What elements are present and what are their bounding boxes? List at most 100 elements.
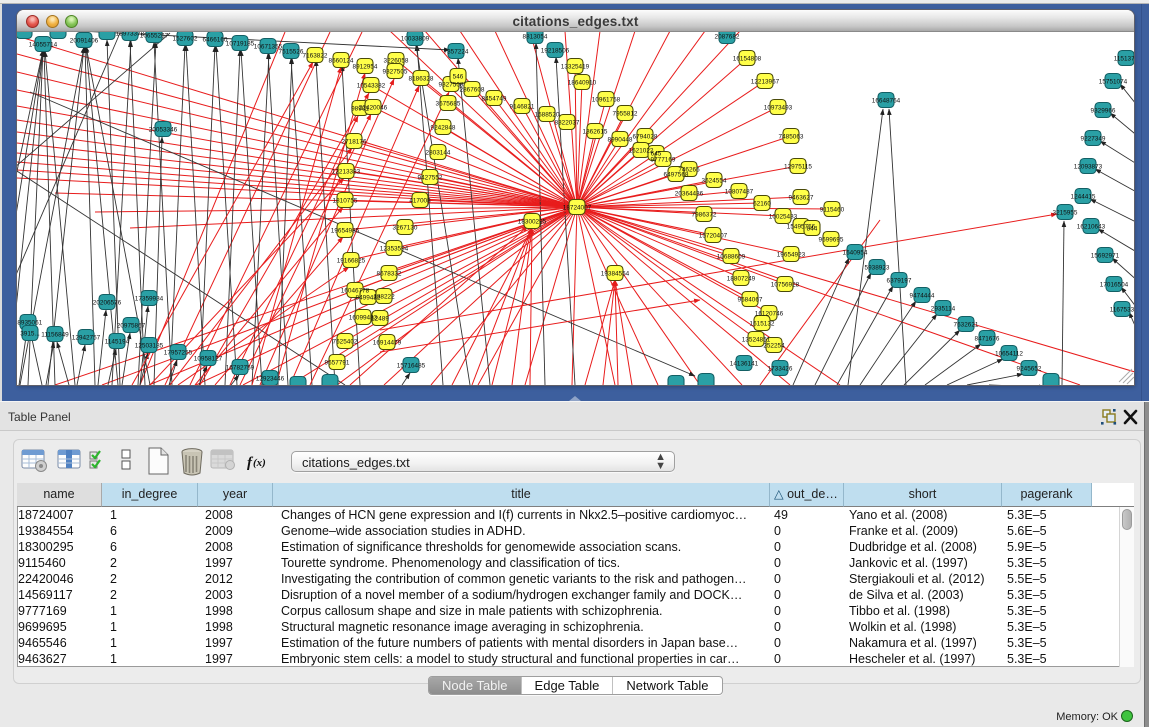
svg-text:16648764: 16648764 xyxy=(872,98,901,105)
svg-text:16120746: 16120746 xyxy=(755,311,784,318)
svg-text:1615132: 1615132 xyxy=(750,321,775,328)
svg-text:3226058: 3226058 xyxy=(384,58,409,65)
svg-text:417008: 417008 xyxy=(409,198,431,205)
svg-text:7515526: 7515526 xyxy=(279,49,304,56)
svg-text:18300295: 18300295 xyxy=(518,219,547,226)
svg-text:7163822: 7163822 xyxy=(303,53,328,60)
svg-text:1151374: 1151374 xyxy=(1114,56,1134,63)
svg-text:12489: 12489 xyxy=(371,316,389,323)
svg-text:15716485: 15716485 xyxy=(397,363,426,370)
svg-text:15692971: 15692971 xyxy=(1091,253,1120,260)
svg-text:1362615: 1362615 xyxy=(583,129,608,136)
svg-text:19384554: 19384554 xyxy=(601,271,630,278)
svg-text:7357224: 7357224 xyxy=(444,49,469,56)
svg-text:2803144: 2803144 xyxy=(426,150,451,157)
svg-text:14136141: 14136141 xyxy=(730,361,759,368)
svg-text:252254: 252254 xyxy=(763,343,785,350)
svg-text:1527602: 1527602 xyxy=(173,36,198,43)
svg-text:7625402: 7625402 xyxy=(333,339,358,346)
svg-text:9245652: 9245652 xyxy=(1017,366,1042,373)
svg-text:3624554: 3624554 xyxy=(702,178,727,185)
svg-text:8990448: 8990448 xyxy=(608,137,633,144)
svg-text:20091406: 20091406 xyxy=(70,38,99,45)
svg-text:1640954: 1640954 xyxy=(843,250,868,257)
svg-text:11156849: 11156849 xyxy=(41,332,69,339)
svg-text:2867608: 2867608 xyxy=(460,87,485,94)
svg-text:9227349: 9227349 xyxy=(1081,136,1106,143)
svg-text:12213967: 12213967 xyxy=(751,79,780,86)
svg-text:9463627: 9463627 xyxy=(789,195,814,202)
svg-text:20206576: 20206576 xyxy=(93,300,122,307)
svg-text:8471676: 8471676 xyxy=(975,336,1000,343)
svg-text:3915...: 3915... xyxy=(20,331,40,338)
svg-text:10961758: 10961758 xyxy=(592,97,621,104)
svg-text:18724007: 18724007 xyxy=(563,205,592,212)
svg-text:1244415: 1244415 xyxy=(1071,194,1096,201)
svg-text:15751074: 15751074 xyxy=(1099,79,1128,86)
svg-text:1810755: 1810755 xyxy=(333,198,358,205)
svg-text:9699695: 9699695 xyxy=(819,237,844,244)
svg-text:8813054: 8813054 xyxy=(523,34,548,41)
svg-text:10655267: 10655267 xyxy=(140,33,169,40)
svg-text:17957255: 17957255 xyxy=(164,350,193,357)
svg-text:1588520: 1588520 xyxy=(535,112,560,119)
svg-text:9146821: 9146821 xyxy=(510,104,535,111)
svg-text:8454749: 8454749 xyxy=(482,96,507,103)
svg-text:9115460: 9115460 xyxy=(820,207,845,214)
svg-text:10958127: 10958127 xyxy=(194,356,223,363)
svg-text:12213383: 12213383 xyxy=(332,169,361,176)
svg-text:10025433: 10025433 xyxy=(769,214,798,221)
svg-text:10719185: 10719185 xyxy=(226,41,255,48)
svg-text:12503185: 12503185 xyxy=(135,343,164,350)
svg-text:18640910: 18640910 xyxy=(568,80,597,87)
svg-text:6497568: 6497568 xyxy=(664,172,689,179)
svg-text:9474444: 9474444 xyxy=(910,293,935,300)
svg-text:6466160: 6466160 xyxy=(203,37,228,44)
svg-text:844: 844 xyxy=(807,226,818,233)
svg-text:12353594: 12353594 xyxy=(380,246,409,253)
svg-text:10756928: 10756928 xyxy=(771,282,800,289)
svg-text:3267130: 3267130 xyxy=(393,225,418,232)
svg-text:19654923: 19654923 xyxy=(777,252,806,259)
svg-text:20975867: 20975867 xyxy=(117,323,146,330)
svg-text:14055714: 14055714 xyxy=(29,42,58,49)
svg-text:16782759: 16782759 xyxy=(226,365,255,372)
svg-text:10654112: 10654112 xyxy=(995,351,1023,358)
svg-text:1167533: 1167533 xyxy=(1110,307,1134,314)
svg-text:10033809: 10033809 xyxy=(401,36,430,43)
svg-text:(x): (x) xyxy=(253,457,266,469)
svg-text:9427552: 9427552 xyxy=(418,175,443,182)
svg-text:9242848: 9242848 xyxy=(431,125,456,132)
svg-text:20053346: 20053346 xyxy=(149,127,178,134)
svg-text:1733426: 1733426 xyxy=(768,366,793,373)
svg-text:8186328: 8186328 xyxy=(409,76,434,83)
svg-text:9777169: 9777169 xyxy=(651,157,676,164)
svg-text:9327505: 9327505 xyxy=(383,69,408,76)
svg-text:10543382: 10543382 xyxy=(357,83,386,90)
svg-text:2087682: 2087682 xyxy=(715,34,740,41)
svg-text:18807249: 18807249 xyxy=(727,276,756,283)
svg-text:7632621: 7632621 xyxy=(954,322,979,329)
svg-text:10973493: 10973493 xyxy=(764,105,793,112)
svg-text:12093873: 12093873 xyxy=(1074,164,1103,171)
svg-text:19654985: 19654985 xyxy=(331,228,360,235)
svg-text:188222: 188222 xyxy=(373,294,395,301)
svg-text:3215955: 3215955 xyxy=(1053,210,1078,217)
svg-text:10807487: 10807487 xyxy=(725,189,754,196)
svg-text:19166825: 19166825 xyxy=(337,258,366,265)
svg-text:17016504: 17016504 xyxy=(1100,282,1129,289)
svg-text:16210643: 16210643 xyxy=(1077,224,1106,231)
svg-text:3675685: 3675685 xyxy=(436,101,461,108)
svg-text:7986372: 7986372 xyxy=(692,212,717,219)
svg-text:6379197: 6379197 xyxy=(887,278,912,285)
svg-text:9684067: 9684067 xyxy=(738,297,763,304)
svg-text:16154808: 16154808 xyxy=(733,56,762,63)
svg-text:16914479: 16914479 xyxy=(373,340,402,347)
svg-text:62160: 62160 xyxy=(753,201,771,208)
svg-text:1145194: 1145194 xyxy=(105,339,130,346)
svg-text:19218506: 19218506 xyxy=(541,48,570,55)
svg-text:6794028: 6794028 xyxy=(633,134,658,141)
svg-text:10688609: 10688609 xyxy=(717,254,746,261)
svg-text:22420046: 22420046 xyxy=(359,105,388,112)
svg-text:8912954: 8912954 xyxy=(353,64,378,71)
